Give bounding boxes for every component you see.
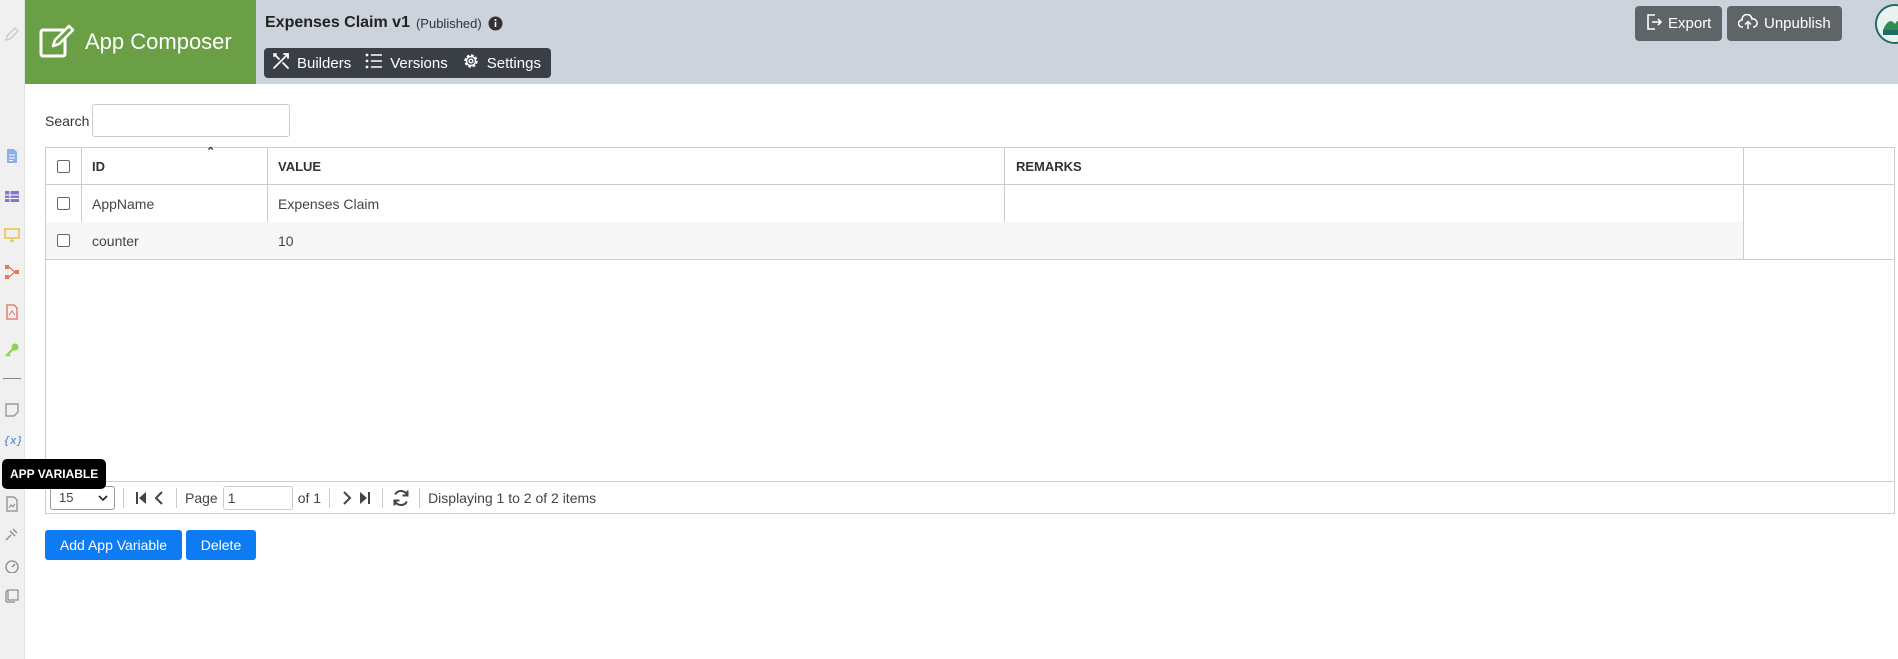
row-checkbox[interactable]: [57, 197, 70, 210]
export-button[interactable]: Export: [1635, 6, 1723, 41]
cell-id: counter: [92, 232, 139, 249]
nav-versions-label: Versions: [390, 54, 448, 72]
page-size-select[interactable]: 15: [50, 485, 115, 510]
rail-divider: [3, 378, 21, 379]
app-variable-tooltip: APP VARIABLE: [2, 459, 107, 489]
page-number-input[interactable]: 1: [222, 485, 293, 510]
nav-settings-label: Settings: [486, 54, 541, 72]
col-divider: [1743, 148, 1744, 259]
refresh-button[interactable]: [391, 487, 411, 509]
edit-icon[interactable]: [2, 24, 22, 44]
plugin-icon[interactable]: [2, 524, 22, 544]
cell-remarks: [1005, 222, 1743, 259]
sort-caret-icon: ⌃: [206, 146, 216, 158]
performance-icon[interactable]: [2, 556, 22, 576]
cell-value: 10: [278, 232, 294, 249]
header-id[interactable]: ⌃ ID: [81, 146, 267, 184]
add-app-variable-button[interactable]: Add App Variable: [45, 530, 182, 560]
nav-versions[interactable]: Versions: [365, 53, 448, 73]
pager-divider: [419, 487, 421, 508]
pager-divider: [382, 487, 384, 508]
app-header: App Composer Expenses Claim v1 (Publishe…: [25, 0, 1898, 84]
select-all-cell: [46, 148, 81, 184]
row-select-cell: [46, 222, 81, 259]
header-value-label: VALUE: [278, 158, 322, 174]
pager-divider: [329, 487, 331, 508]
left-icon-rail: {x}: [0, 0, 25, 659]
app-name: Expenses Claim v1: [265, 14, 410, 31]
info-icon[interactable]: [488, 16, 503, 31]
brand[interactable]: App Composer: [25, 0, 256, 84]
header-remarks[interactable]: REMARKS: [1005, 148, 1743, 184]
rows-bottom-border: [46, 259, 1894, 260]
key-icon[interactable]: [2, 340, 22, 360]
userview-icon[interactable]: [2, 224, 22, 244]
list-icon: [365, 53, 390, 73]
unpublish-label: Unpublish: [1764, 15, 1831, 32]
search-label: Search: [45, 113, 90, 129]
page-size-value: 15: [59, 490, 74, 505]
row-select-cell: [46, 185, 81, 222]
search-input[interactable]: [92, 104, 290, 137]
brand-title: App Composer: [85, 29, 232, 54]
row-checkbox[interactable]: [57, 234, 70, 247]
delete-button[interactable]: Delete: [186, 530, 256, 560]
tools-icon: [272, 52, 297, 74]
resource-icon[interactable]: [2, 494, 22, 514]
table-row[interactable]: AppName Expenses Claim: [46, 185, 1743, 222]
nav-settings[interactable]: Settings: [462, 52, 541, 74]
pdf-icon[interactable]: [2, 302, 22, 322]
cloud-upload-icon: [1737, 13, 1764, 34]
table-row[interactable]: counter 10: [46, 222, 1743, 259]
app-title: Expenses Claim v1 (Published): [265, 14, 503, 32]
grid-header: ⌃ ID VALUE REMARKS: [46, 146, 1894, 185]
chevron-down-icon: [98, 490, 108, 505]
header-remarks-label: REMARKS: [1016, 158, 1082, 174]
svg-text:{x}: {x}: [3, 434, 21, 447]
logs-icon[interactable]: [2, 586, 22, 606]
pager-divider: [123, 487, 124, 508]
page-of-label: of 1: [297, 489, 322, 506]
pagination-bar: 15 Page 1 of 1 Displaying 1 to 2 of 2 it…: [46, 481, 1894, 513]
note-icon[interactable]: [2, 400, 22, 420]
pager-divider: [176, 487, 177, 508]
header-value[interactable]: VALUE: [267, 148, 1004, 184]
export-icon: [1646, 13, 1668, 34]
datalist-icon[interactable]: [2, 186, 22, 206]
select-all-checkbox[interactable]: [57, 159, 70, 173]
unpublish-button[interactable]: Unpublish: [1727, 6, 1842, 41]
app-variable-grid: ⌃ ID VALUE REMARKS AppName Expenses Clai…: [45, 146, 1895, 514]
cell-remarks: [1005, 185, 1743, 222]
builder-nav: Builders Versions Settings: [264, 48, 551, 78]
app-composer-icon: [39, 24, 75, 61]
variable-icon[interactable]: {x}: [2, 430, 22, 450]
cell-value: Expenses Claim: [278, 195, 380, 212]
page-label: Page: [185, 489, 218, 506]
last-page-button[interactable]: [356, 487, 374, 509]
nav-builders[interactable]: Builders: [272, 52, 351, 74]
avatar[interactable]: [1875, 4, 1898, 44]
prev-page-button[interactable]: [150, 487, 168, 509]
cell-id: AppName: [92, 195, 155, 212]
form-icon[interactable]: [2, 146, 22, 166]
app-status: (Published): [415, 15, 482, 31]
gear-icon: [462, 52, 487, 74]
display-info: Displaying 1 to 2 of 2 items: [428, 489, 597, 506]
first-page-button[interactable]: [132, 487, 150, 509]
process-icon[interactable]: [2, 262, 22, 282]
next-page-button[interactable]: [338, 487, 356, 509]
header-id-label: ID: [92, 158, 105, 174]
export-label: Export: [1668, 15, 1712, 32]
nav-builders-label: Builders: [297, 54, 352, 72]
